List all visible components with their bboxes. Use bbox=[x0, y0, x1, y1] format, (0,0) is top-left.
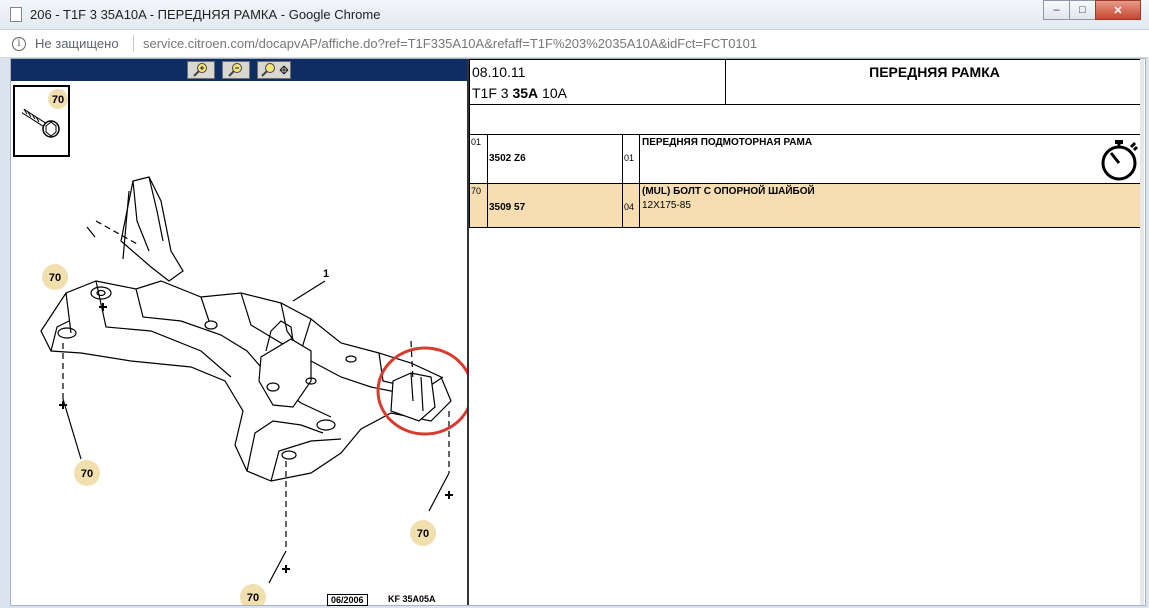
info-icon[interactable]: i bbox=[12, 37, 26, 51]
page-title: ПЕРЕДНЯЯ РАМКА bbox=[869, 64, 1000, 80]
part-number[interactable]: 3509 57 bbox=[489, 202, 525, 213]
callout-label: 70 bbox=[417, 528, 429, 540]
url-host: service.citroen.com bbox=[143, 36, 255, 51]
maximize-button[interactable]: □ bbox=[1069, 0, 1096, 20]
window-controls: – □ ✕ bbox=[1043, 0, 1141, 21]
address-bar[interactable]: i Не защищено service.citroen.com/docapv… bbox=[0, 30, 1149, 58]
title-bar: 206 - T1F 3 35A10A - ПЕРЕДНЯЯ РАМКА - Go… bbox=[0, 0, 1149, 30]
subframe-drawing: 1 70 70 70 70 bbox=[40, 176, 467, 605]
callout-label: 70 bbox=[49, 272, 61, 284]
parts-pane: 08.10.11 T1F 3 35A 10A ПЕРЕДНЯЯ РАМКА 01… bbox=[469, 59, 1144, 605]
ref-number: 01 bbox=[471, 137, 482, 147]
ref-number: 70 bbox=[471, 186, 482, 196]
zoom-fit-icon[interactable] bbox=[257, 61, 291, 79]
zoom-out-icon[interactable] bbox=[222, 61, 250, 79]
url-text[interactable]: service.citroen.com/docapvAP/affiche.do?… bbox=[143, 36, 757, 51]
code-bold: 35A bbox=[512, 85, 539, 101]
part-description: ПЕРЕДНЯЯ ПОДМОТОРНАЯ РАМА bbox=[642, 137, 813, 148]
parts-header: 08.10.11 T1F 3 35A 10A ПЕРЕДНЯЯ РАМКА bbox=[469, 59, 1144, 105]
callout-label: 70 bbox=[81, 468, 93, 480]
qty: 01 bbox=[624, 153, 635, 163]
table-row[interactable]: 01 3502 Z6 01 ПЕРЕДНЯЯ ПОДМОТОРНАЯ РАМА bbox=[469, 134, 1144, 184]
qty-cell: 04 bbox=[623, 184, 640, 227]
description-cell: (MUL) БОЛТ С ОПОРНОЙ ШАЙБОЙ 12X175-85 bbox=[640, 184, 1143, 227]
diagram-toolbar bbox=[11, 59, 467, 81]
footer-date: 06/2006 bbox=[327, 594, 368, 606]
ref-cell: 70 bbox=[470, 184, 488, 227]
description-cell: ПЕРЕДНЯЯ ПОДМОТОРНАЯ РАМА bbox=[640, 135, 1143, 183]
page-icon bbox=[10, 7, 22, 22]
header-spacer bbox=[469, 104, 1144, 135]
callout-label: 70 bbox=[247, 592, 259, 604]
header-date: 08.10.11 bbox=[472, 64, 526, 80]
qty-cell: 01 bbox=[623, 135, 640, 183]
part-detail: 12X175-85 bbox=[642, 200, 691, 211]
part-description: (MUL) БОЛТ С ОПОРНОЙ ШАЙБОЙ bbox=[642, 186, 815, 197]
code-suffix: 10A bbox=[538, 85, 567, 101]
part-number-cell: 3502 Z6 bbox=[488, 135, 623, 183]
part-number[interactable]: 3502 Z6 bbox=[489, 153, 526, 164]
close-button[interactable]: ✕ bbox=[1095, 0, 1141, 20]
diagram-pane: 70 1 70 70 70 70 06/2006 KF 35A05A bbox=[11, 59, 467, 606]
qty: 04 bbox=[624, 202, 635, 212]
code-prefix: T1F 3 bbox=[472, 85, 513, 101]
url-path: /docapvAP/affiche.do?ref=T1F335A10A&refa… bbox=[254, 36, 758, 51]
part-label-1: 1 bbox=[323, 268, 329, 280]
address-separator bbox=[133, 35, 134, 52]
window-title: 206 - T1F 3 35A10A - ПЕРЕДНЯЯ РАМКА - Go… bbox=[30, 7, 381, 22]
page-content: 70 1 70 70 70 70 06/2006 KF 35A05A 08.10… bbox=[10, 58, 1146, 606]
table-row[interactable]: 70 3509 57 04 (MUL) БОЛТ С ОПОРНОЙ ШАЙБО… bbox=[469, 183, 1144, 228]
part-number-cell: 3509 57 bbox=[488, 184, 623, 227]
ref-cell: 01 bbox=[470, 135, 488, 183]
stopwatch-icon[interactable] bbox=[1098, 138, 1140, 182]
header-code: T1F 3 35A 10A bbox=[472, 85, 567, 101]
minimize-button[interactable]: – bbox=[1043, 0, 1070, 20]
zoom-in-icon[interactable] bbox=[187, 61, 215, 79]
scrollbar[interactable] bbox=[1140, 59, 1144, 605]
footer-code: KF 35A05A bbox=[388, 594, 436, 604]
security-label[interactable]: Не защищено bbox=[35, 36, 119, 51]
